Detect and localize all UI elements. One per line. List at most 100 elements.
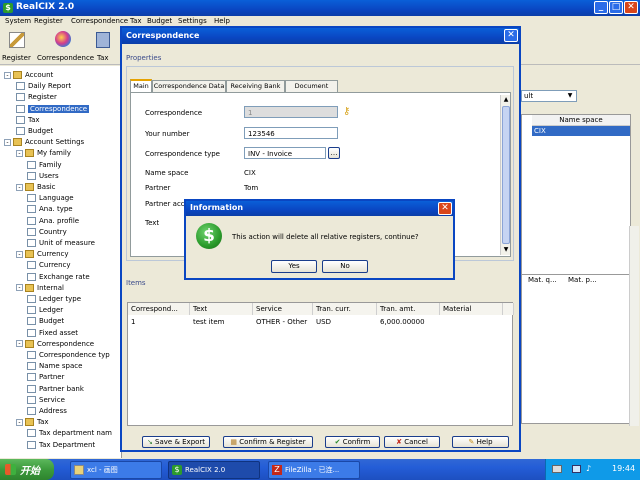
menu-tax[interactable]: Tax [130, 17, 142, 25]
tree-item-label: Tax [37, 418, 49, 427]
document-icon [27, 373, 36, 382]
correspondence-close-button[interactable]: ✕ [504, 29, 518, 42]
tree-item-basic[interactable]: - Basic [16, 182, 56, 193]
your-number-field[interactable]: 123546 [244, 127, 338, 139]
background-dropdown[interactable]: ult ▼ [521, 90, 577, 102]
network-icon[interactable] [572, 465, 581, 473]
menu-register[interactable]: Register [34, 17, 63, 25]
tree-item-country[interactable]: Country [27, 227, 67, 238]
correspondence-title-bar: Correspondence ✕ [122, 28, 519, 44]
yes-button[interactable]: Yes [271, 260, 317, 273]
tree-item-label: Name space [39, 362, 83, 371]
correspondence-type-field[interactable]: INV - Invoice [244, 147, 326, 159]
tree-item-partner[interactable]: Partner [27, 372, 64, 383]
confirm-register-button[interactable]: ▦ Confirm & Register [223, 436, 313, 448]
menu-system[interactable]: System [5, 17, 31, 25]
tree-item-users[interactable]: Users [27, 171, 59, 182]
panel-scrollbar[interactable]: ▲ ▼ [500, 95, 510, 255]
tree-item-ana-type[interactable]: Ana. type [27, 204, 73, 215]
items-header-tran-amt[interactable]: Tran. amt. [377, 303, 440, 315]
tree-item-internal[interactable]: - Internal [16, 283, 64, 294]
tree-item-ledger-type[interactable]: Ledger type [27, 294, 81, 305]
tree-item-name-space[interactable]: Name space [27, 361, 82, 372]
confirm-button[interactable]: ✔ Confirm [325, 436, 380, 448]
tree-expander-icon[interactable]: - [4, 71, 11, 79]
tree-item-tax-department-nam[interactable]: Tax department nam [27, 428, 112, 439]
tree-item-register[interactable]: Register [16, 92, 57, 103]
cancel-button[interactable]: ✘ Cancel [384, 436, 440, 448]
tree-item-correspondence[interactable]: - Correspondence [16, 339, 94, 350]
menu-correspondence[interactable]: Correspondence [71, 17, 128, 25]
tree-expander-icon[interactable]: - [16, 250, 23, 258]
items-header-text[interactable]: Text [190, 303, 253, 315]
information-close-button[interactable]: ✕ [438, 202, 452, 215]
maximize-button[interactable]: □ [609, 1, 623, 14]
namespace-cell[interactable]: CIX [532, 126, 630, 136]
tree-expander-icon[interactable]: - [16, 284, 23, 292]
tab-document-data[interactable]: Document Data [285, 80, 338, 101]
taskbar-item-realcix[interactable]: $ RealCIX 2.0 [168, 461, 260, 479]
tree-item-service[interactable]: Service [27, 395, 65, 406]
keyboard-icon[interactable] [552, 465, 562, 473]
items-header-tran-curr[interactable]: Tran. curr. [313, 303, 377, 315]
tree-item-budget[interactable]: Budget [16, 126, 53, 137]
menu-budget[interactable]: Budget [147, 17, 172, 25]
tree-item-currency[interactable]: - Currency [16, 249, 69, 260]
tree-item-tax-department[interactable]: Tax Department [27, 440, 95, 451]
tree-item-partner-bank[interactable]: Partner bank [27, 384, 84, 395]
toolbar-register-button[interactable]: Register [0, 29, 34, 63]
save-export-button[interactable]: ↘ Save & Export [142, 436, 210, 448]
tree-item-fixed-asset[interactable]: Fixed asset [27, 328, 78, 339]
scroll-up-icon[interactable]: ▲ [501, 95, 511, 105]
tree-item-tax[interactable]: Tax [16, 115, 40, 126]
tab-main[interactable]: Main [130, 79, 152, 92]
menu-help[interactable]: Help [214, 17, 230, 25]
table-row[interactable]: 1 test item OTHER - Other USD 6,000.0000… [128, 317, 514, 327]
tree-item-unit-of-measure[interactable]: Unit of measure [27, 238, 95, 249]
menu-settings[interactable]: Settings [178, 17, 207, 25]
app-title-bar: $ RealCIX 2.0 _ □ ✕ [0, 0, 640, 16]
tree-item-address[interactable]: Address [27, 406, 67, 417]
items-header-service[interactable]: Service [253, 303, 313, 315]
taskbar-item-paint[interactable]: xcl - 画图 [70, 461, 162, 479]
row-material-cell [440, 317, 443, 327]
tree-expander-icon[interactable]: - [16, 418, 23, 426]
tree-expander-icon[interactable]: - [4, 138, 11, 146]
app-close-button[interactable]: ✕ [624, 1, 638, 14]
tab-correspondence-data[interactable]: Correspondence Data [152, 80, 226, 92]
tree-item-tax[interactable]: - Tax [16, 417, 49, 428]
tree-item-correspondence-typ[interactable]: Correspondence typ [27, 350, 110, 361]
tree-item-account[interactable]: - Account [4, 70, 53, 81]
tree-item-correspondence[interactable]: Correspondence [16, 104, 90, 115]
key-icon[interactable]: ⚷ [343, 106, 355, 118]
scrollbar[interactable] [629, 226, 639, 426]
tree-item-family[interactable]: Family [27, 160, 62, 171]
help-button[interactable]: ✎ Help [452, 436, 509, 448]
start-button[interactable]: 开始 [0, 459, 54, 480]
tree-item-ana-profile[interactable]: Ana. profile [27, 216, 79, 227]
tree-item-daily-report[interactable]: Daily Report [16, 81, 71, 92]
minimize-button[interactable]: _ [594, 1, 608, 14]
tree-item-account-settings[interactable]: - Account Settings [4, 137, 84, 148]
toolbar-correspondence-button[interactable]: Correspondence [34, 29, 94, 63]
items-header-correspondence[interactable]: Correspond... [128, 303, 190, 315]
items-header-material[interactable]: Material [440, 303, 503, 315]
toolbar-tax-button[interactable]: Tax [92, 29, 116, 63]
volume-icon[interactable]: ♪ [586, 464, 591, 473]
tree-expander-icon[interactable]: - [16, 149, 23, 157]
folder-icon [25, 283, 34, 292]
tree-item-exchange-rate[interactable]: Exchange rate [27, 272, 90, 283]
scroll-thumb[interactable] [502, 106, 510, 244]
tree-expander-icon[interactable]: - [16, 340, 23, 348]
tree-item-ledger[interactable]: Ledger [27, 305, 63, 316]
tree-item-language[interactable]: Language [27, 193, 74, 204]
type-lookup-button[interactable]: … [328, 147, 340, 159]
tree-item-my-family[interactable]: - My family [16, 148, 71, 159]
tab-receiving-bank[interactable]: Receiving Bank [226, 80, 285, 92]
taskbar-item-filezilla[interactable]: Z FileZilla - 已连... [268, 461, 360, 479]
no-button[interactable]: No [322, 260, 368, 273]
tree-item-currency[interactable]: Currency [27, 260, 71, 271]
tree-item-budget[interactable]: Budget [27, 316, 64, 327]
scroll-down-icon[interactable]: ▼ [501, 245, 511, 255]
tree-expander-icon[interactable]: - [16, 183, 23, 191]
